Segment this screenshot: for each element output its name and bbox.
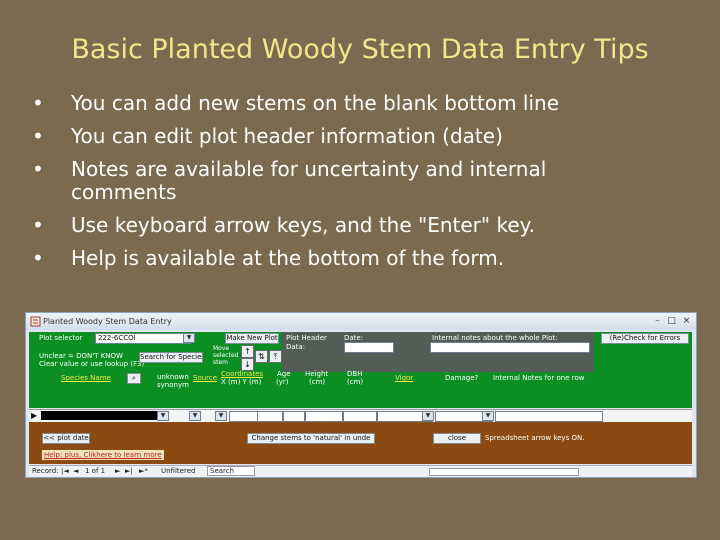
next-record-icon[interactable]: ► bbox=[115, 467, 120, 475]
arrow-keys-status: Spreadsheet arrow keys ON. bbox=[485, 434, 585, 442]
col-species-name: Species Name bbox=[61, 374, 111, 382]
col-age-units: (yr) bbox=[276, 378, 289, 386]
sort-icon[interactable]: ⇅ bbox=[255, 350, 268, 363]
record-navigation: Record: |◄ ◄ 1 of 1 ► ►| ►* Unfiltered S… bbox=[29, 465, 692, 477]
col-notes: Internal Notes for one row bbox=[493, 374, 585, 382]
row-notes-field[interactable] bbox=[495, 411, 603, 422]
height-field[interactable] bbox=[305, 411, 343, 422]
species-hint-1: Unclear = DON'T KNOW bbox=[39, 352, 123, 360]
chevron-down-icon[interactable]: ▼ bbox=[189, 411, 201, 421]
search-species-button[interactable]: Search for Species bbox=[139, 352, 203, 363]
col-coord-units: X (m) Y (m) bbox=[221, 378, 262, 386]
chevron-down-icon[interactable]: ▼ bbox=[157, 411, 169, 421]
col-dbh-units: (cm) bbox=[347, 378, 364, 386]
tip-item: You can edit plot header information (da… bbox=[28, 125, 708, 149]
prev-record-icon[interactable]: ◄ bbox=[73, 467, 78, 475]
new-stem-row: ▶ ▼ ▼ ▼ ▼ ▼ bbox=[29, 409, 692, 423]
species-entry-field[interactable] bbox=[41, 411, 167, 420]
move-stem-label: Move selected stem bbox=[213, 345, 239, 366]
move-top-icon[interactable]: ⤒ bbox=[269, 350, 282, 363]
tip-item: Use keyboard arrow keys, and the "Enter"… bbox=[28, 214, 708, 238]
make-new-plot-button[interactable]: Make New Plot bbox=[225, 333, 279, 344]
tip-item: You can add new stems on the blank botto… bbox=[28, 92, 708, 116]
col-vigor: Vigor bbox=[395, 374, 414, 382]
form-icon bbox=[30, 316, 41, 327]
tip-item: Notes are available for uncertainty and … bbox=[28, 158, 631, 204]
plot-selector-label: Plot selector bbox=[39, 334, 83, 342]
plot-header-panel: Plot Header Data: Date: Internal notes a… bbox=[282, 332, 594, 372]
dbh-field[interactable] bbox=[343, 411, 377, 422]
check-errors-button[interactable]: (Re)Check for Errors bbox=[601, 333, 689, 344]
window-title: Planted Woody Stem Data Entry bbox=[43, 317, 172, 326]
col-unknown-synonym: unknown synonym bbox=[157, 373, 189, 389]
col-dbh: DBH bbox=[347, 370, 363, 378]
coord-y-field[interactable] bbox=[257, 411, 283, 422]
internal-notes-field[interactable] bbox=[430, 342, 590, 353]
horizontal-scrollbar[interactable] bbox=[429, 468, 579, 476]
record-position[interactable]: 1 of 1 bbox=[85, 467, 105, 475]
col-source: Source bbox=[193, 374, 218, 382]
col-coordinates: Coordinates bbox=[221, 370, 264, 378]
title-bar: Planted Woody Stem Data Entry – □ × bbox=[26, 313, 696, 330]
form-footer: << plot date Change stems to 'natural' i… bbox=[29, 422, 692, 464]
coord-x-field[interactable] bbox=[229, 411, 259, 422]
go-to-plot-date-button[interactable]: << plot date bbox=[42, 433, 90, 444]
help-link[interactable]: Help: plus, Clikhere to learn more bbox=[42, 450, 164, 460]
tip-item: Help is available at the bottom of the f… bbox=[28, 247, 708, 271]
first-record-icon[interactable]: |◄ bbox=[61, 467, 69, 475]
tips-list: You can add new stems on the blank botto… bbox=[28, 92, 708, 280]
form-header: Plot selector 222-6CCOI ▼ Make New Plot … bbox=[29, 332, 692, 408]
filter-status[interactable]: Unfiltered bbox=[161, 467, 195, 475]
maximize-icon[interactable]: □ bbox=[666, 316, 677, 326]
new-record-icon[interactable]: ►* bbox=[139, 467, 148, 475]
record-label: Record: bbox=[32, 467, 59, 475]
age-field[interactable] bbox=[283, 411, 305, 422]
chevron-down-icon[interactable]: ▼ bbox=[183, 333, 195, 343]
plot-header-label: Plot Header Data: bbox=[286, 334, 327, 351]
lookup-icon[interactable]: ⌕ bbox=[127, 373, 141, 384]
date-field[interactable] bbox=[344, 342, 394, 353]
internal-notes-label: Internal notes about the whole Plot: bbox=[432, 334, 558, 342]
close-button[interactable]: close bbox=[433, 433, 481, 444]
data-entry-window: Planted Woody Stem Data Entry – □ × Plot… bbox=[25, 312, 697, 478]
col-age: Age bbox=[277, 370, 291, 378]
species-hint-2: Clear value or use lookup (F3) bbox=[39, 360, 145, 368]
col-damage: Damage? bbox=[445, 374, 479, 382]
chevron-down-icon[interactable]: ▼ bbox=[215, 411, 227, 421]
slide-title: Basic Planted Woody Stem Data Entry Tips bbox=[71, 34, 649, 65]
col-height-units: (cm) bbox=[309, 378, 326, 386]
col-height: Height bbox=[305, 370, 329, 378]
close-icon[interactable]: × bbox=[681, 316, 692, 326]
record-pointer-icon: ▶ bbox=[31, 411, 38, 420]
minimize-icon[interactable]: – bbox=[652, 316, 663, 326]
plot-selector[interactable]: 222-6CCOI bbox=[95, 333, 191, 344]
chevron-down-icon[interactable]: ▼ bbox=[422, 411, 434, 421]
search-box[interactable]: Search bbox=[207, 466, 255, 476]
chevron-down-icon[interactable]: ▼ bbox=[482, 411, 494, 421]
date-label: Date: bbox=[344, 334, 364, 342]
arrow-up-icon[interactable]: ↑ bbox=[241, 345, 254, 358]
last-record-icon[interactable]: ►| bbox=[125, 467, 133, 475]
change-stems-button[interactable]: Change stems to 'natural' in unde bbox=[247, 433, 375, 444]
